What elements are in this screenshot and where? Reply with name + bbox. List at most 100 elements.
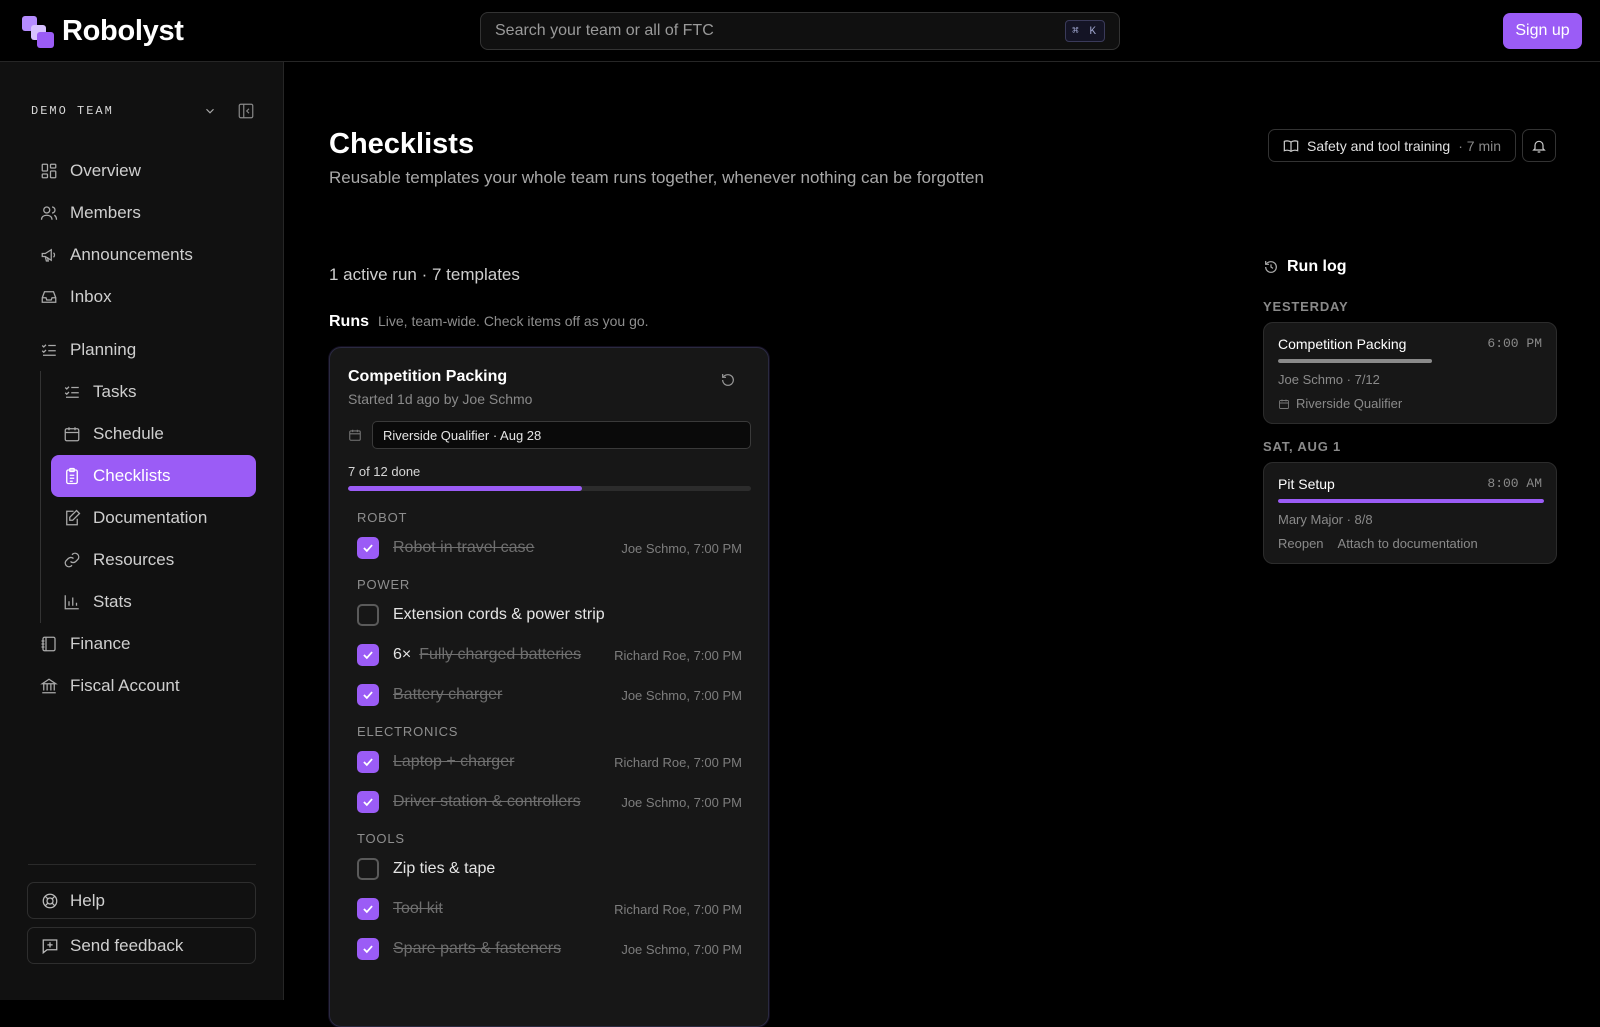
sidebar-item-inbox[interactable]: Inbox (30, 276, 256, 318)
checkbox-checked[interactable] (357, 791, 379, 813)
sidebar-item-planning[interactable]: Planning (30, 329, 256, 371)
runs-header: Runs Live, team-wide. Check items off as… (329, 313, 649, 331)
check-icon (361, 942, 375, 956)
search-placeholder: Search your team or all of FTC (495, 22, 714, 39)
sidebar-item-announcements[interactable]: Announcements (30, 234, 256, 276)
feedback-icon (41, 937, 59, 955)
checkbox-checked[interactable] (357, 751, 379, 773)
checkbox[interactable] (357, 858, 379, 880)
logo[interactable]: Robolyst (22, 15, 184, 48)
event-select[interactable]: Riverside Qualifier · Aug 28 (372, 421, 751, 449)
chevron-down-icon[interactable] (203, 104, 217, 118)
checked-by: Richard Roe, 7:00 PM (614, 754, 742, 770)
checklist-item-text-wrap: Zip ties & tape (393, 860, 742, 878)
checkbox-checked[interactable] (357, 898, 379, 920)
checklist-item[interactable]: Battery charger Joe Schmo, 7:00 PM (348, 675, 751, 715)
check-icon (361, 541, 375, 555)
sidebar-item-overview[interactable]: Overview (30, 150, 256, 192)
checklist-item[interactable]: Tool kit Richard Roe, 7:00 PM (348, 889, 751, 929)
sidebar-item-schedule[interactable]: Schedule (51, 413, 256, 455)
run-started-by: Started 1d ago by Joe Schmo (348, 391, 533, 407)
sidebar-item-documentation[interactable]: Documentation (51, 497, 256, 539)
help-button[interactable]: Help (27, 882, 256, 919)
checklist-item[interactable]: Laptop + charger Richard Roe, 7:00 PM (348, 742, 751, 782)
checklist-item[interactable]: Extension cords & power strip (348, 595, 751, 635)
sign-up-button[interactable]: Sign up (1503, 13, 1582, 49)
reopen-link[interactable]: Reopen (1278, 536, 1324, 551)
log-entry-title: Pit Setup (1278, 476, 1335, 492)
run-log-header: Run log (1263, 258, 1347, 276)
lifebuoy-icon (41, 892, 59, 910)
checklist-item-text: Fully charged batteries (419, 646, 582, 663)
calendar-icon (63, 425, 81, 443)
sidebar-item-checklists[interactable]: Checklists (51, 455, 256, 497)
send-feedback-button[interactable]: Send feedback (27, 927, 256, 964)
progress-fill (348, 486, 582, 491)
sidebar-item-label: Overview (70, 161, 141, 180)
checklist-item[interactable]: Driver station & controllers Joe Schmo, 7… (348, 782, 751, 822)
sidebar-item-label: Inbox (70, 287, 112, 306)
team-switcher[interactable]: DEMO TEAM (31, 102, 255, 120)
sidebar-item-members[interactable]: Members (30, 192, 256, 234)
list-check-icon (63, 383, 81, 401)
sidebar-item-stats[interactable]: Stats (51, 581, 256, 623)
checklist-item[interactable]: Robot in travel case Joe Schmo, 7:00 PM (348, 528, 751, 568)
log-entry-time: 8:00 AM (1487, 476, 1542, 491)
training-duration: · 7 min (1458, 137, 1502, 154)
checked-by: Richard Roe, 7:00 PM (614, 647, 742, 663)
checklist-item[interactable]: Spare parts & fasteners Joe Schmo, 7:00 P… (348, 929, 751, 969)
log-entry[interactable]: Competition Packing 6:00 PM Joe Schmo · … (1263, 322, 1557, 424)
sidebar-item-fiscal-account[interactable]: Fiscal Account (30, 665, 256, 707)
checked-by: Joe Schmo, 7:00 PM (621, 687, 742, 703)
page-subtitle: Reusable templates your whole team runs … (329, 168, 984, 187)
attach-to-documentation-link[interactable]: Attach to documentation (1338, 536, 1478, 551)
checklist-item-text: Extension cords & power strip (393, 606, 605, 623)
sidebar-item-label: Resources (93, 550, 175, 569)
notifications-button[interactable] (1522, 129, 1556, 162)
collapse-sidebar-icon[interactable] (237, 102, 255, 120)
search-input[interactable]: Search your team or all of FTC ⌘ K (480, 12, 1120, 50)
planning-subnav: Tasks Schedule Checklists Documentation … (40, 371, 256, 623)
inbox-icon (40, 288, 58, 306)
sidebar-nav: Overview Members Announcements Inbox Pla… (30, 150, 256, 707)
checklist-item-text-wrap: Extension cords & power strip (393, 606, 742, 624)
check-icon (361, 688, 375, 702)
grid-icon (40, 162, 58, 180)
checked-by: Joe Schmo, 7:00 PM (621, 794, 742, 810)
sidebar-item-resources[interactable]: Resources (51, 539, 256, 581)
log-entry[interactable]: Pit Setup 8:00 AM Mary Major · 8/8 Reope… (1263, 462, 1557, 564)
sidebar: DEMO TEAM Overview Members Announcements… (0, 62, 284, 1000)
run-card: Competition Packing Started 1d ago by Jo… (329, 347, 769, 1027)
reset-icon[interactable] (720, 372, 736, 388)
progress-label: 7 of 12 done (348, 464, 421, 479)
log-day-label: SAT, AUG 1 (1263, 439, 1342, 454)
section-header: ELECTRONICS (357, 723, 459, 739)
checkbox-checked[interactable] (357, 684, 379, 706)
checklist-item[interactable]: 6× Fully charged batteries Richard Roe, 7:… (348, 635, 751, 675)
checked-by: Joe Schmo, 7:00 PM (621, 941, 742, 957)
checklist-item-text: Driver station & controllers (393, 793, 581, 810)
sidebar-item-label: Schedule (93, 424, 164, 443)
check-icon (361, 648, 375, 662)
safety-training-button[interactable]: Safety and tool training · 7 min (1268, 129, 1517, 162)
check-icon (361, 795, 375, 809)
checkbox[interactable] (357, 604, 379, 626)
sidebar-item-label: Fiscal Account (70, 676, 180, 695)
sidebar-item-finance[interactable]: Finance (30, 623, 256, 665)
sidebar-item-label: Announcements (70, 245, 193, 264)
section-header: TOOLS (357, 830, 405, 846)
check-icon (361, 755, 375, 769)
run-template-counts: 1 active run · 7 templates (329, 265, 520, 284)
checkbox-checked[interactable] (357, 537, 379, 559)
sidebar-item-label: Checklists (93, 466, 171, 485)
list-check-icon (40, 341, 58, 359)
sidebar-item-tasks[interactable]: Tasks (51, 371, 256, 413)
checklist-item-text-wrap: Battery charger (393, 686, 621, 704)
checklist-item[interactable]: Zip ties & tape (348, 849, 751, 889)
calendar-icon (1278, 398, 1290, 410)
log-entry-event-name: Riverside Qualifier (1296, 396, 1403, 411)
help-label: Help (70, 890, 105, 910)
checkbox-checked[interactable] (357, 938, 379, 960)
checkbox-checked[interactable] (357, 644, 379, 666)
sidebar-divider (28, 864, 256, 865)
